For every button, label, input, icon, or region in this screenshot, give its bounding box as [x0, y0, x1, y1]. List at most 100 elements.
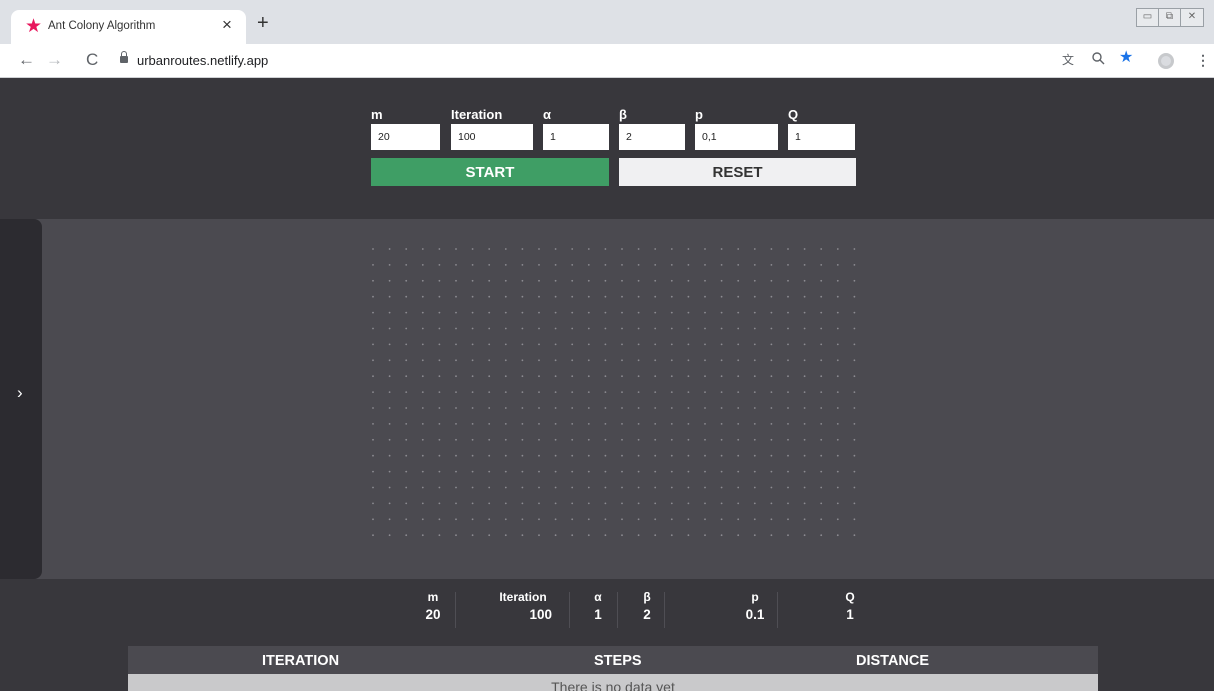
grid-point[interactable]	[471, 248, 474, 250]
grid-point[interactable]	[803, 311, 806, 314]
close-tab-icon[interactable]: ×	[222, 16, 232, 34]
grid-point[interactable]	[538, 470, 540, 473]
grid-point[interactable]	[554, 486, 557, 489]
grid-point[interactable]	[654, 486, 657, 489]
grid-point[interactable]	[421, 454, 424, 457]
grid-point[interactable]	[803, 327, 806, 330]
point-grid[interactable]	[368, 244, 858, 550]
grid-point[interactable]	[538, 438, 540, 441]
grid-point[interactable]	[704, 327, 706, 330]
grid-point[interactable]	[704, 279, 706, 282]
grid-point[interactable]	[604, 343, 607, 346]
grid-point[interactable]	[720, 438, 723, 441]
grid-point[interactable]	[704, 454, 706, 457]
back-arrow-icon[interactable]: ←	[18, 50, 35, 70]
grid-point[interactable]	[504, 375, 507, 378]
grid-point[interactable]	[455, 295, 457, 298]
grid-point[interactable]	[853, 486, 856, 489]
grid-point[interactable]	[388, 518, 391, 521]
bookmark-star-icon[interactable]: ★	[1119, 50, 1133, 66]
grid-point[interactable]	[388, 502, 391, 505]
grid-point[interactable]	[737, 375, 740, 378]
grid-point[interactable]	[521, 486, 524, 489]
grid-point[interactable]	[820, 264, 823, 266]
grid-point[interactable]	[704, 423, 706, 425]
grid-point[interactable]	[853, 279, 856, 282]
grid-point[interactable]	[637, 454, 640, 457]
grid-point[interactable]	[637, 343, 640, 346]
grid-point[interactable]	[455, 359, 457, 362]
grid-point[interactable]	[587, 470, 590, 473]
grid-point[interactable]	[504, 359, 507, 362]
grid-point[interactable]	[488, 327, 491, 330]
grid-point[interactable]	[405, 407, 408, 409]
grid-point[interactable]	[471, 391, 474, 393]
grid-point[interactable]	[787, 470, 789, 473]
grid-point[interactable]	[538, 375, 540, 378]
grid-point[interactable]	[488, 375, 491, 378]
grid-point[interactable]	[753, 534, 756, 537]
grid-point[interactable]	[587, 295, 590, 298]
grid-point[interactable]	[405, 391, 408, 393]
grid-point[interactable]	[720, 486, 723, 489]
grid-point[interactable]	[737, 438, 740, 441]
grid-point[interactable]	[836, 486, 839, 489]
grid-point[interactable]	[787, 502, 789, 505]
grid-point[interactable]	[770, 486, 773, 489]
grid-point[interactable]	[488, 486, 491, 489]
grid-point[interactable]	[587, 486, 590, 489]
grid-point[interactable]	[471, 534, 474, 537]
grid-point[interactable]	[488, 534, 491, 537]
grid-point[interactable]	[737, 295, 740, 298]
grid-point[interactable]	[637, 248, 640, 250]
grid-point[interactable]	[621, 359, 623, 362]
grid-point[interactable]	[687, 327, 690, 330]
grid-point[interactable]	[803, 518, 806, 521]
grid-point[interactable]	[604, 407, 607, 409]
grid-point[interactable]	[471, 407, 474, 409]
grid-point[interactable]	[471, 486, 474, 489]
profile-avatar-icon[interactable]	[1158, 53, 1174, 69]
grid-point[interactable]	[554, 502, 557, 505]
grid-point[interactable]	[372, 438, 374, 441]
grid-point[interactable]	[504, 486, 507, 489]
grid-point[interactable]	[654, 502, 657, 505]
grid-point[interactable]	[521, 470, 524, 473]
grid-point[interactable]	[637, 502, 640, 505]
grid-point[interactable]	[405, 470, 408, 473]
grid-point[interactable]	[471, 264, 474, 266]
grid-point[interactable]	[388, 295, 391, 298]
grid-point[interactable]	[637, 295, 640, 298]
grid-point[interactable]	[372, 391, 374, 393]
grid-point[interactable]	[521, 248, 524, 250]
grid-point[interactable]	[372, 343, 374, 346]
grid-point[interactable]	[787, 279, 789, 282]
grid-point[interactable]	[405, 311, 408, 314]
grid-point[interactable]	[504, 391, 507, 393]
grid-point[interactable]	[670, 454, 673, 457]
grid-point[interactable]	[654, 518, 657, 521]
grid-point[interactable]	[405, 534, 408, 537]
grid-point[interactable]	[554, 311, 557, 314]
grid-point[interactable]	[704, 502, 706, 505]
grid-point[interactable]	[687, 423, 690, 425]
grid-point[interactable]	[787, 311, 789, 314]
grid-point[interactable]	[554, 295, 557, 298]
grid-point[interactable]	[770, 375, 773, 378]
grid-point[interactable]	[421, 295, 424, 298]
grid-point[interactable]	[737, 343, 740, 346]
grid-point[interactable]	[704, 438, 706, 441]
grid-point[interactable]	[438, 264, 441, 266]
grid-point[interactable]	[604, 327, 607, 330]
grid-point[interactable]	[770, 311, 773, 314]
grid-point[interactable]	[372, 407, 374, 409]
grid-point[interactable]	[637, 518, 640, 521]
grid-point[interactable]	[654, 423, 657, 425]
grid-point[interactable]	[720, 407, 723, 409]
grid-point[interactable]	[704, 518, 706, 521]
grid-point[interactable]	[787, 534, 789, 537]
grid-point[interactable]	[504, 295, 507, 298]
grid-point[interactable]	[753, 407, 756, 409]
grid-point[interactable]	[637, 534, 640, 537]
grid-point[interactable]	[604, 438, 607, 441]
